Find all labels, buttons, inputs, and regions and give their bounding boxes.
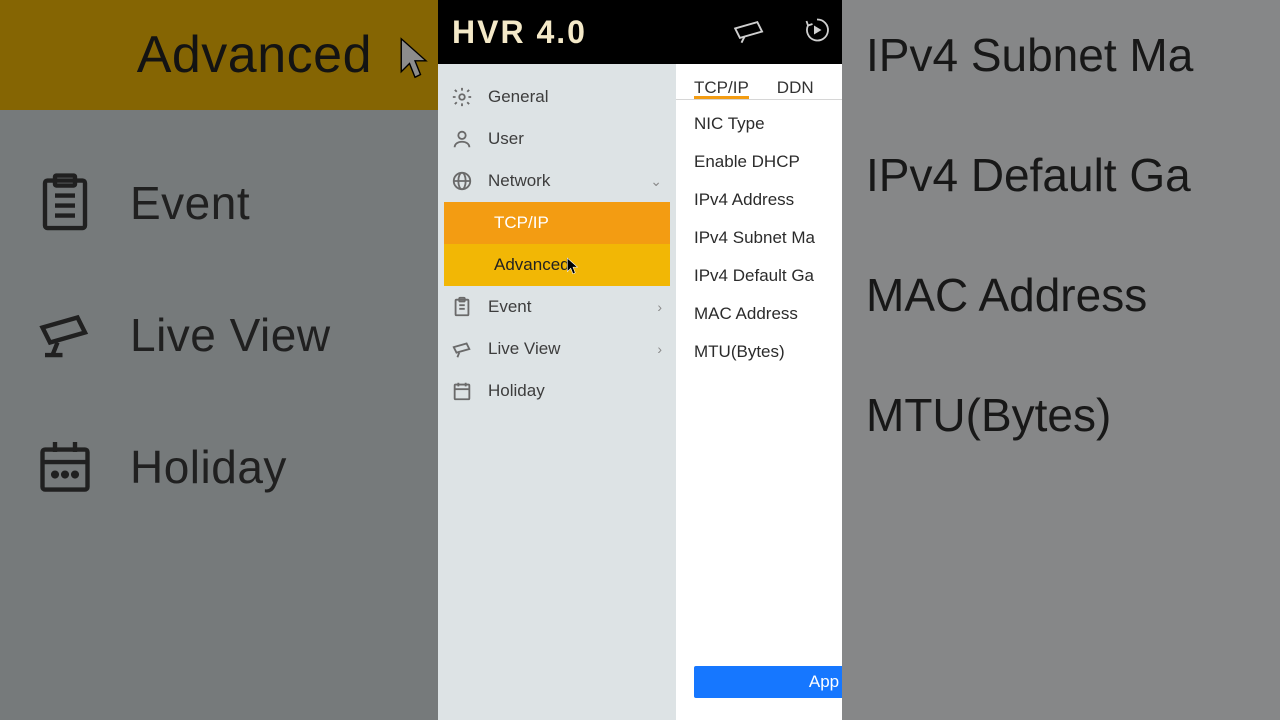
playback-icon[interactable] — [798, 15, 836, 50]
tab-ddns-label: DDN — [777, 78, 814, 97]
gear-icon — [450, 85, 474, 109]
chevron-down-icon: ⌄ — [650, 173, 662, 190]
content-panel: TCP/IP DDN NIC Type Enable DHCP IPv4 Add… — [676, 64, 842, 720]
user-icon — [450, 127, 474, 151]
chevron-right-icon: › — [657, 341, 662, 357]
tab-tcpip-label: TCP/IP — [694, 78, 749, 97]
bg-holiday-label: Holiday — [130, 440, 287, 494]
background-right: IPv4 Subnet Ma IPv4 Default Ga MAC Addre… — [842, 0, 1280, 720]
apply-button[interactable]: App — [694, 666, 842, 698]
field-labels: NIC Type Enable DHCP IPv4 Address IPv4 S… — [676, 100, 842, 362]
sidebar-label-holiday: Holiday — [488, 381, 545, 401]
label-mac-address: MAC Address — [694, 304, 842, 324]
clipboard-icon — [30, 168, 100, 238]
sidebar-sub-tcpip[interactable]: TCP/IP — [444, 202, 670, 244]
label-ipv4-address: IPv4 Address — [694, 190, 842, 210]
sidebar-label-liveview: Live View — [488, 339, 560, 359]
brand-label: HVR 4.0 — [452, 14, 587, 51]
sidebar-item-holiday[interactable]: Holiday — [438, 370, 676, 412]
sidebar-label-network: Network — [488, 171, 550, 191]
camera-icon[interactable] — [732, 15, 770, 50]
titlebar-icons — [732, 0, 842, 64]
apply-button-label: App — [809, 672, 839, 692]
bg-mtu-label: MTU(Bytes) — [866, 388, 1111, 442]
bg-gateway-label: IPv4 Default Ga — [866, 148, 1191, 202]
sidebar-item-liveview[interactable]: Live View › — [438, 328, 676, 370]
tab-ddns[interactable]: DDN — [777, 78, 814, 99]
calendar-icon — [450, 379, 474, 403]
bg-event-row: Event — [0, 168, 438, 238]
sidebar-sub-tcpip-label: TCP/IP — [494, 213, 549, 233]
sidebar-item-general[interactable]: General — [438, 76, 676, 118]
globe-icon — [450, 169, 474, 193]
calendar-icon — [30, 432, 100, 502]
clipboard-icon — [450, 295, 474, 319]
cursor-icon — [566, 257, 580, 275]
camera-icon — [450, 337, 474, 361]
sidebar-item-network[interactable]: Network ⌄ — [438, 160, 676, 202]
sidebar-label-general: General — [488, 87, 548, 107]
sidebar-label-event: Event — [488, 297, 531, 317]
sidebar-label-user: User — [488, 129, 524, 149]
sidebar: General User Network ⌄ TCP/IP Advanced — [438, 64, 676, 720]
tabs: TCP/IP DDN — [676, 64, 842, 100]
bg-subnet-label: IPv4 Subnet Ma — [866, 28, 1193, 82]
sidebar-sub-advanced[interactable]: Advanced — [444, 244, 670, 286]
chevron-right-icon: › — [657, 299, 662, 315]
sidebar-sub-advanced-label: Advanced — [494, 255, 570, 275]
tab-tcpip[interactable]: TCP/IP — [694, 78, 749, 99]
bg-advanced-label: Advanced — [137, 25, 372, 85]
bg-advanced-row: Advanced — [0, 0, 438, 110]
bg-liveview-row: Live View — [0, 300, 438, 370]
label-ipv4-gateway: IPv4 Default Ga — [694, 266, 842, 286]
sidebar-item-user[interactable]: User — [438, 118, 676, 160]
bg-mac-label: MAC Address — [866, 268, 1147, 322]
label-mtu: MTU(Bytes) — [694, 342, 842, 362]
background-left: Advanced Event Live View Holiday — [0, 0, 438, 720]
titlebar: HVR 4.0 — [438, 0, 842, 64]
cursor-icon — [398, 33, 432, 77]
bg-event-label: Event — [130, 176, 250, 230]
bg-holiday-row: Holiday — [0, 432, 438, 502]
bg-liveview-label: Live View — [130, 308, 331, 362]
app-viewport: HVR 4.0 General User — [438, 0, 842, 720]
label-ipv4-subnet: IPv4 Subnet Ma — [694, 228, 842, 248]
camera-icon — [30, 300, 100, 370]
label-nic-type: NIC Type — [694, 114, 842, 134]
label-enable-dhcp: Enable DHCP — [694, 152, 842, 172]
sidebar-item-event[interactable]: Event › — [438, 286, 676, 328]
